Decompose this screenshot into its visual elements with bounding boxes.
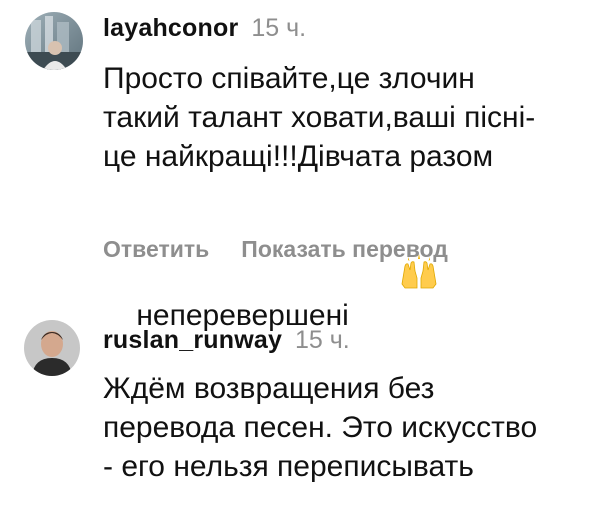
comment-line: Просто співайте,це злочин	[103, 62, 475, 95]
comment-line: - его нельзя переписывать	[103, 450, 474, 483]
comment-line: Ждём возвращения без	[103, 372, 435, 405]
comment: ruslan_runway 15 ч. Ждём возвращения без…	[0, 290, 600, 506]
comment-actions: Ответить Показать перевод	[103, 236, 448, 263]
user-avatar[interactable]	[24, 320, 80, 376]
comment: layahconor 15 ч. Просто співайте,це злоч…	[0, 0, 600, 332]
comment-meta: layahconor 15 ч.	[103, 14, 306, 43]
avatar-photo-icon	[25, 12, 83, 70]
username[interactable]: layahconor	[103, 14, 238, 42]
username[interactable]: ruslan_runway	[103, 326, 282, 354]
comment-meta: ruslan_runway 15 ч.	[103, 326, 350, 355]
comment-line: це найкращі!!!Дівчата разом	[103, 140, 494, 173]
timestamp: 15 ч.	[295, 326, 350, 354]
show-translation-button[interactable]: Показать перевод	[241, 236, 448, 263]
comment-line: перевода песен. Это искусство	[103, 411, 538, 444]
comment-line: такий талант ховати,ваші пісні-	[103, 101, 536, 134]
reply-button[interactable]: Ответить	[103, 236, 209, 263]
timestamp: 15 ч.	[251, 14, 307, 42]
avatar-photo-icon	[24, 320, 80, 376]
user-avatar[interactable]	[25, 12, 83, 70]
